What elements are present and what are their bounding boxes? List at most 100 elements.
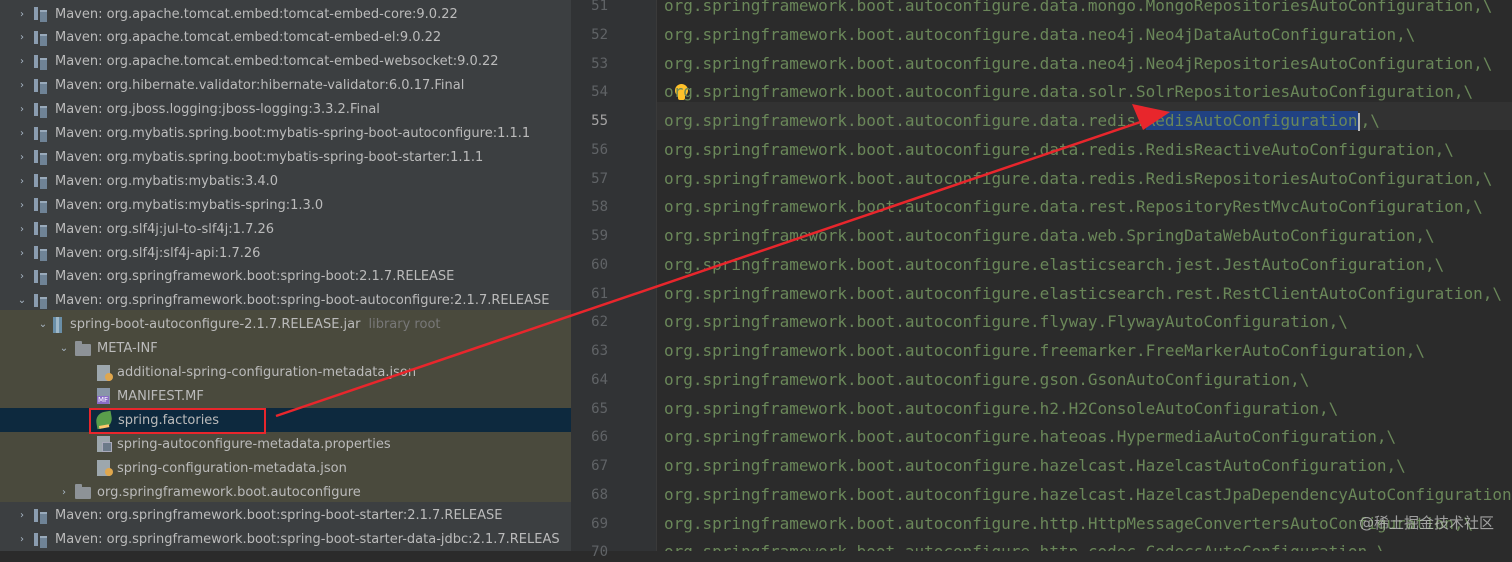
tree-row-label: Maven: org.mybatis.spring.boot:mybatis-s… — [55, 149, 484, 165]
tree-row[interactable]: › Maven: org.mybatis.spring.boot:mybatis-… — [0, 122, 571, 146]
chevron-right-icon[interactable]: › — [16, 128, 28, 139]
chevron-right-icon[interactable]: › — [16, 271, 28, 282]
code-line[interactable]: org.springframework.boot.autoconfigure.h… — [664, 456, 1406, 476]
chevron-right-icon[interactable]: › — [16, 248, 28, 259]
line-number: 53 — [591, 55, 608, 72]
tree-row[interactable]: ⌄ spring-boot-autoconfigure-2.1.7.RELEASE… — [0, 313, 571, 337]
tree-row-label: Maven: org.springframework.boot:spring-b… — [55, 269, 455, 285]
code-line[interactable]: org.springframework.boot.autoconfigure.d… — [664, 54, 1492, 74]
code-line[interactable]: org.springframework.boot.autoconfigure.d… — [664, 169, 1492, 189]
tree-row[interactable]: › Maven: org.mybatis:mybatis-spring:1.3.0 — [0, 193, 571, 217]
tree-row-label: additional-spring-configuration-metadata… — [117, 365, 417, 380]
library-icon — [33, 54, 49, 70]
line-number-gutter: 51 52 53 54 55 56 57 58 59 60 61 62 63 64 65 66 67 68 69 70 — [574, 0, 656, 560]
tree-row[interactable]: › Maven: org.hibernate.validator:hibernat… — [0, 74, 571, 98]
tree-row-label: Maven: org.jboss.logging:jboss-logging:3… — [55, 102, 380, 118]
code-line[interactable]: org.springframework.boot.autoconfigure.f… — [664, 341, 1425, 361]
line-number: 63 — [591, 343, 608, 359]
code-editor[interactable]: org.springframework.boot.autoconfigure.d… — [657, 0, 1512, 551]
code-line[interactable]: org.springframework.boot.autoconfigure.d… — [664, 140, 1454, 160]
chevron-right-icon[interactable]: › — [16, 200, 28, 211]
line-number: 51 — [591, 0, 608, 14]
tree-row-label: MANIFEST.MF — [117, 388, 204, 404]
chevron-down-icon[interactable]: ⌄ — [16, 295, 28, 306]
tree-row-label: Maven: org.springframework.boot:spring-b… — [55, 508, 503, 524]
chevron-right-icon[interactable]: › — [16, 152, 28, 163]
code-line[interactable]: org.springframework.boot.autoconfigure.d… — [664, 226, 1435, 246]
tree-row[interactable]: › Maven: org.mybatis.spring.boot:mybatis-… — [0, 145, 571, 169]
code-line[interactable]: org.springframework.boot.autoconfigure.d… — [664, 0, 1492, 16]
code-line[interactable]: org.springframework.boot.autoconfigure.f… — [664, 312, 1348, 332]
tree-row[interactable]: › Maven: org.jboss.logging:jboss-logging:… — [0, 98, 571, 122]
chevron-down-icon[interactable]: ⌄ — [58, 343, 70, 354]
tree-row[interactable]: › org.springframework.boot.autoconfigure — [0, 480, 571, 504]
chevron-right-icon[interactable]: › — [16, 9, 28, 20]
line-number: 64 — [591, 371, 608, 388]
line-number: 61 — [591, 285, 608, 302]
code-line[interactable]: org.springframework.boot.autoconfigure.h… — [664, 542, 1386, 551]
chevron-right-icon[interactable]: › — [16, 80, 28, 91]
chevron-right-icon[interactable]: › — [58, 487, 70, 498]
library-icon — [33, 532, 49, 548]
tree-row-label: Maven: org.hibernate.validator:hibernate… — [55, 78, 465, 94]
line-number: 52 — [591, 26, 608, 43]
tree-row[interactable]: › Maven: org.springframework.boot:spring-… — [0, 504, 571, 528]
tree-row-label: spring-configuration-metadata.json — [117, 460, 347, 476]
tree-row[interactable]: › Maven: org.apache.tomcat.embed:tomcat-e… — [0, 50, 571, 74]
code-line[interactable]: org.springframework.boot.autoconfigure.h… — [664, 427, 1396, 447]
code-line[interactable]: org.springframework.boot.autoconfigure.d… — [664, 82, 1473, 102]
code-line[interactable]: org.springframework.boot.autoconfigure.e… — [664, 255, 1444, 275]
tree-row[interactable]: › Maven: org.slf4j:jul-to-slf4j:1.7.26 — [0, 217, 571, 241]
code-line[interactable]: org.springframework.boot.autoconfigure.h… — [664, 399, 1338, 419]
library-icon — [33, 508, 49, 524]
tree-row[interactable]: ⌄ META-INF — [0, 337, 571, 361]
annotation-red-box — [89, 408, 266, 434]
chevron-right-icon[interactable]: › — [16, 510, 28, 521]
tree-row-label: Maven: org.mybatis:mybatis:3.4.0 — [55, 173, 279, 189]
manifest-file-icon — [97, 388, 110, 405]
code-text: ,\ — [1360, 111, 1380, 130]
watermark-text: @稀土掘金技术社区 — [1358, 514, 1494, 532]
folder-icon — [75, 340, 91, 356]
tree-row[interactable]: › Maven: org.apache.tomcat.embed:tomcat-e… — [0, 26, 571, 50]
line-number: 69 — [591, 515, 608, 532]
tree-row[interactable]: spring-configuration-metadata.json — [0, 456, 571, 480]
code-line[interactable]: org.springframework.boot.autoconfigure.g… — [664, 370, 1309, 390]
line-number: 56 — [591, 141, 608, 158]
code-text: org.springframework.boot.autoconfigure.d… — [664, 111, 1146, 130]
code-line[interactable]: org.springframework.boot.autoconfigure.d… — [664, 25, 1415, 45]
tree-row-label: Maven: org.slf4j:slf4j-api:1.7.26 — [55, 245, 261, 261]
tree-row[interactable]: spring.factories — [0, 408, 571, 433]
line-number: 62 — [591, 314, 608, 331]
tree-row[interactable]: › Maven: org.mybatis:mybatis:3.4.0 — [0, 169, 571, 193]
tree-row[interactable]: additional-spring-configuration-metadata… — [0, 361, 571, 385]
tree-row[interactable]: spring-autoconfigure-metadata.properties — [0, 432, 571, 456]
code-line[interactable]: org.springframework.boot.autoconfigure.e… — [664, 284, 1502, 304]
code-line[interactable]: org.springframework.boot.autoconfigure.d… — [664, 111, 1380, 131]
tree-row-label: org.springframework.boot.autoconfigure — [97, 484, 361, 500]
tree-row[interactable]: › Maven: org.slf4j:slf4j-api:1.7.26 — [0, 241, 571, 265]
chevron-right-icon[interactable]: › — [16, 176, 28, 187]
tree-row[interactable]: ⌄ Maven: org.springframework.boot:spring-… — [0, 289, 571, 313]
selected-text[interactable]: RedisAutoConfiguration — [1145, 111, 1358, 130]
chevron-right-icon[interactable]: › — [16, 224, 28, 235]
tree-row[interactable]: › Maven: org.springframework.boot:spring-… — [0, 265, 571, 289]
tree-row-hint: library root — [368, 317, 441, 333]
tree-row-label: Maven: org.apache.tomcat.embed:tomcat-em… — [55, 6, 458, 22]
tree-row-label: spring-boot-autoconfigure-2.1.7.RELEASE.… — [70, 317, 361, 333]
code-line[interactable]: org.springframework.boot.autoconfigure.h… — [664, 514, 1473, 534]
code-line[interactable]: org.springframework.boot.autoconfigure.h… — [664, 485, 1512, 505]
chevron-right-icon[interactable]: › — [16, 534, 28, 545]
tree-row[interactable]: MANIFEST.MF — [0, 384, 571, 408]
folder-icon — [75, 484, 91, 499]
tree-row[interactable]: › Maven: org.apache.tomcat.embed:tomcat-e… — [0, 2, 571, 26]
tree-row-label: Maven: org.apache.tomcat.embed:tomcat-em… — [55, 54, 499, 70]
tree-row[interactable]: › Maven: org.springframework.boot:spring-… — [0, 528, 571, 551]
library-icon — [33, 221, 49, 238]
code-line[interactable]: org.springframework.boot.autoconfigure.d… — [664, 197, 1483, 217]
chevron-right-icon[interactable]: › — [16, 56, 28, 67]
chevron-right-icon[interactable]: › — [16, 32, 28, 43]
line-number: 65 — [591, 400, 608, 417]
chevron-down-icon[interactable]: ⌄ — [37, 319, 49, 330]
chevron-right-icon[interactable]: › — [16, 104, 28, 115]
